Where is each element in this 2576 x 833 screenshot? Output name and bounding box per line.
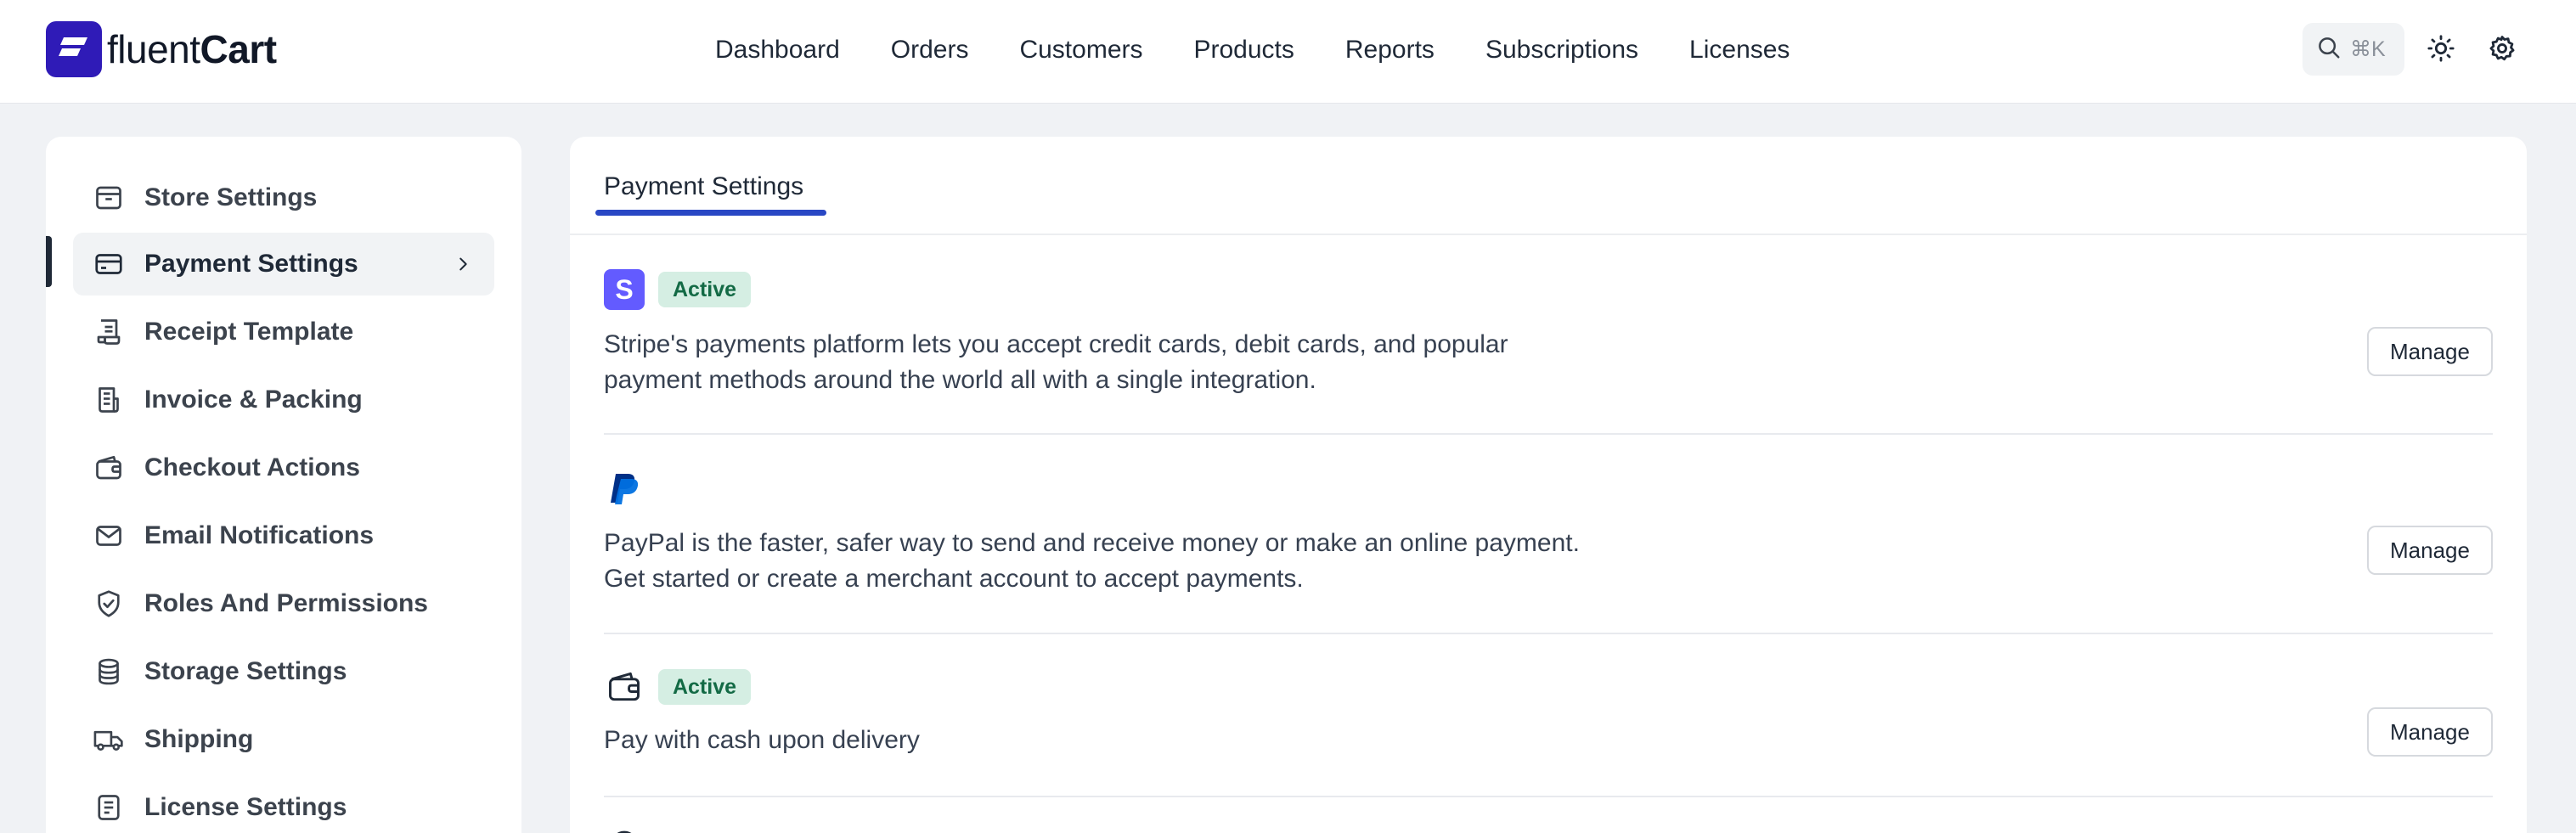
sidebar-item-email-notifications[interactable]: Email Notifications (73, 504, 494, 567)
store-icon (92, 181, 126, 215)
wallet-icon (604, 667, 645, 707)
sidebar-item-payment-settings[interactable]: Payment Settings (73, 233, 494, 295)
shield-check-icon (92, 587, 126, 621)
top-header: fluentCart Dashboard Orders Customers Pr… (0, 0, 2576, 104)
settings-sidebar: Store Settings Payment Settings Receipt … (46, 137, 521, 833)
status-badge: Active (658, 272, 752, 307)
nav-reports[interactable]: Reports (1345, 36, 1435, 65)
sidebar-item-label: Receipt Template (144, 318, 354, 346)
manage-cod-button[interactable]: Manage (2367, 707, 2493, 757)
tab-bar: Payment Settings (570, 137, 2527, 235)
invoice-icon (92, 383, 126, 417)
tab-active-underline (595, 210, 826, 216)
sidebar-item-label: Invoice & Packing (144, 386, 363, 414)
gateway-row-cash-on-delivery: Active Pay with cash upon delivery Manag… (604, 634, 2493, 797)
gateway-row-next (604, 797, 2493, 833)
sidebar-item-receipt-template[interactable]: Receipt Template (73, 301, 494, 363)
sidebar-item-label: Roles And Permissions (144, 589, 428, 617)
search-shortcut: ⌘K (2350, 37, 2386, 61)
nav-orders[interactable]: Orders (891, 36, 969, 65)
brand[interactable]: fluentCart (46, 21, 277, 77)
sidebar-item-label: Shipping (144, 725, 254, 753)
sidebar-item-label: Checkout Actions (144, 453, 360, 481)
search-button[interactable]: ⌘K (2303, 23, 2404, 76)
gateway-description: Pay with cash upon delivery (604, 723, 920, 758)
theme-toggle-sun-icon[interactable] (2426, 33, 2456, 64)
sidebar-item-label: Email Notifications (144, 521, 375, 549)
gateway-description-line: PayPal is the faster, safer way to send … (604, 529, 1580, 557)
sidebar-item-shipping[interactable]: Shipping (73, 708, 494, 771)
gateway-description-line: Stripe's payments platform lets you acce… (604, 330, 1508, 358)
nav-products[interactable]: Products (1194, 36, 1294, 65)
gateway-description: Stripe's payments platform lets you acce… (604, 327, 1508, 398)
database-icon (92, 655, 126, 689)
receipt-icon (92, 315, 126, 349)
chevron-right-icon (450, 251, 476, 277)
gateway-description: PayPal is the faster, safer way to send … (604, 526, 1580, 597)
sidebar-item-label: License Settings (144, 793, 347, 821)
sidebar-item-label: Storage Settings (144, 657, 347, 685)
nav-customers[interactable]: Customers (1019, 36, 1142, 65)
mail-icon (92, 519, 126, 553)
sidebar-item-checkout-actions[interactable]: Checkout Actions (73, 436, 494, 499)
gateway-description-line: Get started or create a merchant account… (604, 565, 1304, 593)
sidebar-item-invoice-packing[interactable]: Invoice & Packing (73, 369, 494, 431)
payment-settings-panel: Payment Settings S Active Stripe's payme… (570, 137, 2527, 833)
sidebar-item-store-settings[interactable]: Store Settings (73, 166, 494, 229)
status-badge: Active (658, 669, 752, 705)
gateway-description-line: Pay with cash upon delivery (604, 726, 920, 754)
sidebar-item-roles-permissions[interactable]: Roles And Permissions (73, 572, 494, 635)
manage-paypal-button[interactable]: Manage (2367, 526, 2493, 575)
gateway-description-line: payment methods around the world all wit… (604, 366, 1316, 394)
sidebar-active-indicator (46, 236, 52, 287)
credit-card-icon (92, 247, 126, 281)
paypal-logo-icon (604, 469, 645, 509)
manage-stripe-button[interactable]: Manage (2367, 327, 2493, 376)
svg-text:S: S (615, 274, 633, 305)
nav-subscriptions[interactable]: Subscriptions (1485, 36, 1638, 65)
tab-payment-settings[interactable]: Payment Settings (604, 172, 803, 201)
brand-name-part2: Cart (200, 27, 278, 71)
gateway-logo-icon (604, 828, 645, 833)
sidebar-item-license-settings[interactable]: License Settings (73, 776, 494, 833)
main-nav: Dashboard Orders Customers Products Repo… (715, 0, 1790, 100)
nav-dashboard[interactable]: Dashboard (715, 36, 840, 65)
truck-icon (92, 723, 126, 757)
gateway-row-stripe: S Active Stripe's payments platform lets… (604, 235, 2493, 435)
fluentcart-logo-icon (46, 21, 102, 77)
sidebar-item-label: Payment Settings (144, 250, 358, 278)
brand-name: fluentCart (107, 26, 277, 72)
license-icon (92, 791, 126, 825)
stripe-logo-icon: S (604, 269, 645, 310)
gear-icon[interactable] (2487, 33, 2517, 64)
brand-name-part1: fluent (107, 27, 200, 71)
search-icon (2316, 35, 2342, 65)
wallet-icon (92, 451, 126, 485)
sidebar-item-storage-settings[interactable]: Storage Settings (73, 640, 494, 703)
nav-licenses[interactable]: Licenses (1689, 36, 1790, 65)
gateway-row-paypal: PayPal is the faster, safer way to send … (604, 435, 2493, 634)
sidebar-item-label: Store Settings (144, 183, 318, 211)
